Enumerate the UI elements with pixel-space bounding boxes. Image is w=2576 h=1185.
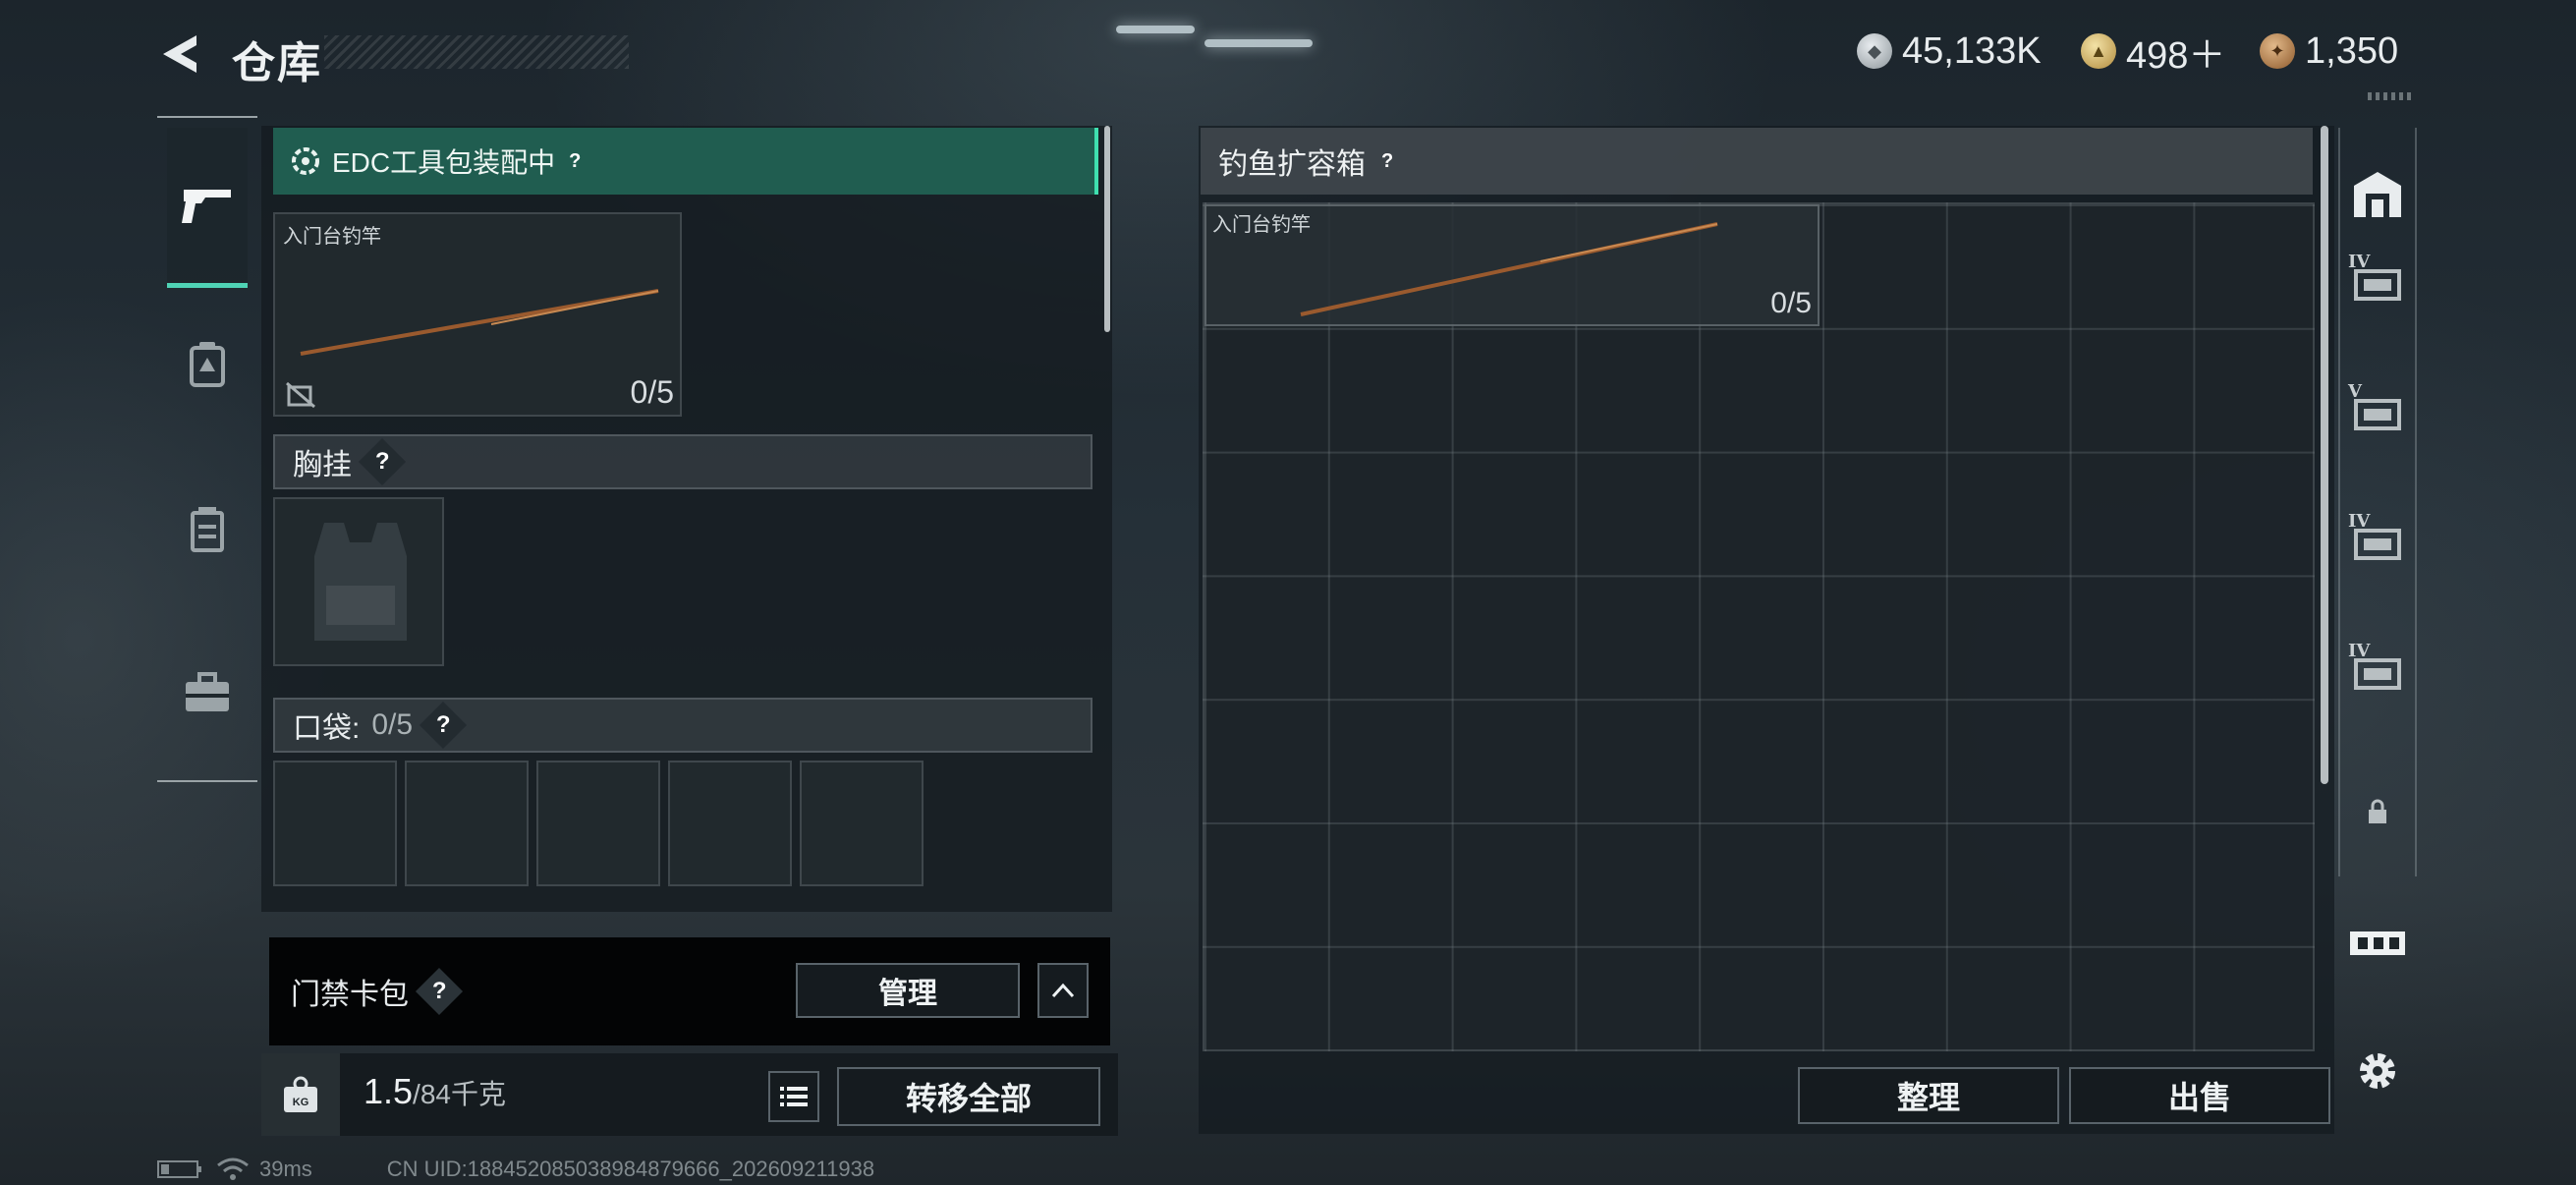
stored-item[interactable]: 入门台钓竿 0/5 [1204,204,1820,326]
weight-icon-box: KG [261,1053,340,1136]
transfer-all-button[interactable]: 转移全部 [837,1067,1100,1126]
rail-case-4[interactable]: IV [2342,637,2413,707]
weight-kg-icon: KG [284,1076,317,1112]
rail-safe-box[interactable] [2342,159,2413,230]
rail-tab-toolbox[interactable] [167,649,248,737]
pockets-header: 口袋: 0/5 ? [273,698,1092,753]
manage-button[interactable]: 管理 [796,963,1020,1018]
rod-name: 入门台钓竿 [283,226,381,248]
currency-gold: ▲ 498＋ [2081,29,2225,77]
rail-divider [157,780,257,782]
tier-label: IV [2348,641,2371,661]
tier-label: IV [2348,252,2371,272]
rod-count: 0/5 [630,374,674,410]
toolbox-icon [186,672,229,711]
help-icon[interactable]: ? [569,150,581,173]
pocket-slot[interactable] [273,761,397,886]
tier-label: IV [2348,511,2371,532]
rail-case-2[interactable]: V [2342,377,2413,448]
weight-readout: 1.5 /84千克 [364,1071,506,1120]
stored-item-count: 0/5 [1770,287,1812,319]
currency-silver-value: 45,133K [1902,29,2042,72]
lock-icon [2369,799,2386,823]
wifi-icon [217,1157,249,1180]
list-icon [780,1087,808,1106]
safe-house-icon [2354,172,2401,217]
rail-tab-weapon[interactable] [167,128,248,288]
back-button[interactable] [157,29,206,79]
list-view-button[interactable] [768,1071,819,1122]
pocket-slot[interactable] [800,761,924,886]
pockets-count: 0/5 [371,708,414,741]
container-rail [2338,128,2417,876]
sort-button[interactable]: 整理 [1798,1067,2059,1124]
rail-tab-backpack[interactable] [167,320,248,409]
rod-slot[interactable]: 入门台钓竿 0/5 [273,212,682,417]
storage-grid[interactable] [1203,202,2315,1051]
vest-icon [191,507,224,552]
currency-gold-value: 498＋ [2126,34,2226,77]
chest-rig-slot[interactable] [273,497,444,666]
chevron-up-icon [1051,983,1075,998]
decoration-dots [2368,92,2413,100]
pocket-slot[interactable] [668,761,792,886]
weight-value: 1.5 [364,1071,414,1111]
rail-gear-loadout[interactable] [2342,908,2413,979]
no-insure-icon [286,381,315,409]
ping-text: 39ms [259,1157,312,1181]
fishing-rod-image [1300,222,1718,316]
pocket-slot[interactable] [536,761,660,886]
tier-label: V [2348,381,2362,402]
chest-rig-header: 胸挂 ? [273,434,1092,489]
backpack-icon [190,342,225,387]
edc-status-bar[interactable]: EDC工具包装配中 ? [273,128,1098,195]
help-icon[interactable]: ? [415,967,464,1016]
help-icon[interactable]: ? [358,437,407,486]
ceiling-light [1204,39,1313,47]
pistol-icon [182,190,231,223]
rail-locked-slot [2342,776,2413,847]
fishing-rod-image [300,289,659,356]
keycard-label: 门禁卡包 [291,979,409,1011]
collapse-button[interactable] [1037,963,1089,1018]
rail-case-3[interactable]: IV [2342,507,2413,578]
gold-triangle-icon: ▲ [2081,33,2116,69]
pockets-label: 口袋: [293,712,361,745]
rail-case-1[interactable]: IV [2342,248,2413,318]
weight-total: /84千克 [413,1079,506,1109]
pocket-slot[interactable] [405,761,529,886]
status-bar: 39ms CN UID:188452085038984879666_202609… [157,1156,874,1183]
chest-rig-label: 胸挂 [293,449,352,481]
currency-silver: ◆ 45,133K [1857,29,2042,73]
gear-loading-icon [292,147,319,175]
currency-bronze-value: 1,350 [2305,29,2399,72]
help-icon[interactable]: ? [420,701,468,750]
scrollbar[interactable] [1104,126,1110,332]
title-decoration [324,35,629,69]
settings-button[interactable] [2342,1036,2413,1106]
back-arrow-icon [163,35,196,73]
help-icon[interactable]: ? [1381,150,1393,173]
battery-icon [157,1160,201,1178]
chest-rig-silhouette-icon [314,523,407,641]
loadout-icon [2350,931,2405,955]
uid-text: CN UID:188452085038984879666_20260921193… [386,1157,875,1181]
silver-coin-icon: ◆ [1857,33,1892,69]
scrollbar[interactable] [2321,126,2328,784]
edc-status-label: EDC工具包装配中 [332,147,556,178]
rail-tab-vest[interactable] [167,485,248,574]
container-title: 钓鱼扩容箱 [1218,148,1366,181]
svg-text:KG: KG [293,1097,309,1108]
currency-bronze: ✦ 1,350 [2260,29,2398,73]
bronze-coin-icon: ✦ [2260,33,2295,69]
sell-button[interactable]: 出售 [2069,1067,2330,1124]
page-title: 仓库 [232,39,322,87]
ceiling-light [1116,26,1195,33]
rail-divider [157,116,257,118]
gear-icon [2360,1053,2395,1089]
container-header: 钓鱼扩容箱 ? [1201,128,2313,195]
